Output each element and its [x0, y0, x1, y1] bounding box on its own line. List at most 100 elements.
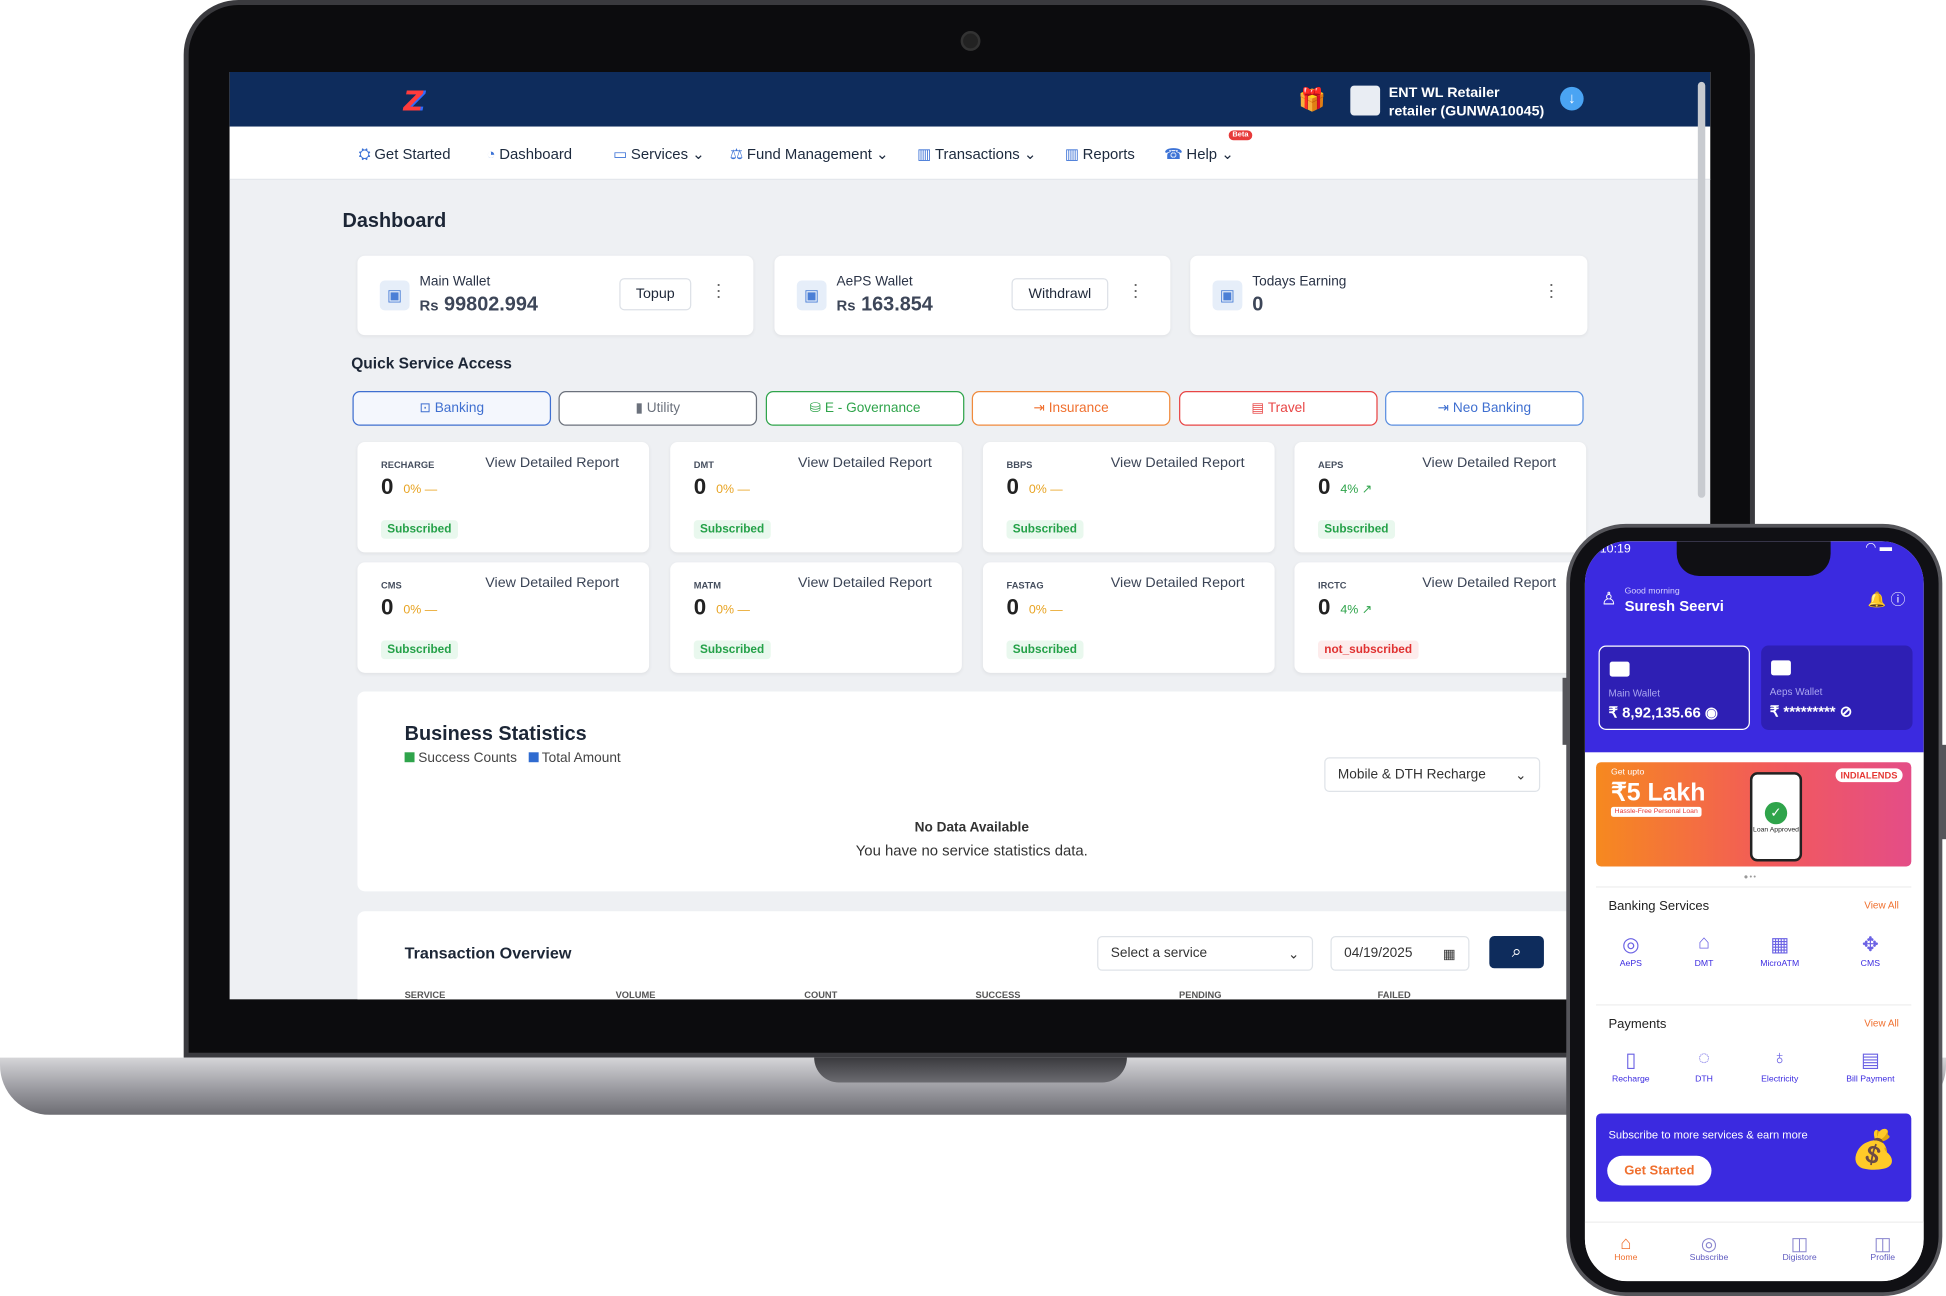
- tab-travel[interactable]: ▤ Travel: [1179, 391, 1378, 426]
- aeps-wallet-card[interactable]: Aeps Wallet ₹ ********* ⊘: [1761, 645, 1913, 730]
- tab-profile[interactable]: ◫ Profile: [1852, 1233, 1914, 1263]
- brand-logo[interactable]: Z: [403, 87, 423, 118]
- tab-e-governance[interactable]: ⛁ E - Governance: [765, 391, 965, 426]
- main-wallet-card[interactable]: Main Wallet ₹ 8,92,135.66 ◉: [1598, 645, 1750, 730]
- greeting: Good morning: [1624, 587, 1680, 596]
- money-bag-icon: 💰: [1850, 1129, 1897, 1171]
- service-name: BBPS: [1006, 459, 1033, 471]
- profile-icon: ◫: [1873, 1233, 1892, 1256]
- view-detailed-report-link[interactable]: View Detailed Report: [485, 576, 619, 591]
- wallet-value: ₹ ********* ⊘: [1769, 702, 1853, 721]
- banner-phone: ✓ Loan Approved: [1749, 772, 1803, 862]
- legend-success[interactable]: Success Counts: [418, 751, 517, 766]
- view-detailed-report-link[interactable]: View Detailed Report: [1422, 456, 1556, 471]
- service-aeps[interactable]: ◎ AePS: [1596, 932, 1666, 969]
- view-all-link[interactable]: View All: [1864, 1018, 1899, 1029]
- service-dmt[interactable]: ⌂ DMT: [1669, 932, 1739, 968]
- eye-icon[interactable]: ◉: [1705, 704, 1718, 721]
- more-icon[interactable]: ⋮: [710, 281, 727, 302]
- status-badge: Subscribed: [1318, 520, 1395, 539]
- date-input[interactable]: 04/19/2025 ▦: [1330, 936, 1470, 971]
- subscribe-text: Subscribe to more services & earn more: [1608, 1128, 1808, 1141]
- service-microatm[interactable]: ▦ MicroATM: [1745, 932, 1815, 969]
- tab-digistore[interactable]: ◫ Digistore: [1769, 1233, 1831, 1263]
- status-badge: not_subscribed: [1318, 640, 1419, 660]
- wallet-icon: ▣: [379, 280, 410, 311]
- service-percent: 0% —: [403, 482, 438, 497]
- carousel-dots[interactable]: ●••: [1744, 874, 1757, 881]
- status-badge: Subscribed: [1006, 640, 1084, 660]
- nav-label: Reports: [1082, 145, 1135, 163]
- transaction-overview-panel: Transaction Overview Select a service ⌄ 0…: [357, 911, 1587, 1000]
- trend-flat-icon: —: [737, 603, 750, 617]
- view-detailed-report-link[interactable]: View Detailed Report: [798, 576, 932, 591]
- check-icon: ✓: [1764, 801, 1788, 825]
- service-name: CMS: [381, 579, 402, 591]
- user-info[interactable]: ENT WL Retailer retailer (GUNWA10045): [1389, 84, 1544, 121]
- tab-neo-banking[interactable]: ⇥ Neo Banking: [1385, 391, 1584, 426]
- nav-dashboard[interactable]: ◔ Dashboard: [487, 145, 573, 162]
- view-detailed-report-link[interactable]: View Detailed Report: [1111, 576, 1245, 591]
- view-detailed-report-link[interactable]: View Detailed Report: [1422, 576, 1556, 591]
- nav-transactions[interactable]: ▥ Transactions ⌄: [917, 145, 1036, 162]
- tab-subscribe[interactable]: ◎ Subscribe: [1678, 1233, 1740, 1263]
- payment-bill[interactable]: ▤ Bill Payment: [1836, 1048, 1906, 1084]
- tab-utility[interactable]: ▮ Utility: [558, 391, 758, 426]
- calendar-icon: ▦: [1442, 947, 1456, 963]
- service-select[interactable]: Select a service ⌄: [1097, 936, 1314, 971]
- nav-label: Dashboard: [499, 145, 573, 163]
- user-id: retailer (GUNWA10045): [1388, 104, 1545, 120]
- withdraw-button[interactable]: Withdrawl: [1011, 278, 1109, 311]
- view-detailed-report-link[interactable]: View Detailed Report: [485, 456, 619, 471]
- avatar[interactable]: [1350, 85, 1381, 116]
- loan-banner[interactable]: Get upto ₹5 Lakh Hassle-Free Personal Lo…: [1596, 762, 1912, 867]
- more-icon[interactable]: ⋮: [1127, 281, 1144, 302]
- topup-button[interactable]: Topup: [619, 278, 692, 311]
- search-button[interactable]: ⌕: [1489, 936, 1544, 969]
- nav-services[interactable]: ▭ Services ⌄: [613, 145, 705, 162]
- column-header: COUNT: [804, 989, 838, 1000]
- view-detailed-report-link[interactable]: View Detailed Report: [798, 456, 932, 471]
- scrollbar[interactable]: [1697, 81, 1706, 498]
- nav-help[interactable]: ☎ Help ⌄: [1164, 145, 1234, 162]
- nav-get-started[interactable]: ⛭ Get Started: [359, 145, 451, 164]
- phone-notch: [1676, 541, 1831, 577]
- status-badge: Subscribed: [1006, 520, 1084, 539]
- wallet-label: AePS Wallet: [836, 274, 913, 290]
- get-started-button[interactable]: Get Started: [1607, 1155, 1712, 1186]
- user-icon[interactable]: ♙: [1601, 588, 1617, 609]
- eye-off-icon[interactable]: ⊘: [1840, 703, 1852, 720]
- nav-reports[interactable]: ▥ Reports: [1065, 145, 1135, 162]
- payment-recharge[interactable]: ▯ Recharge: [1596, 1048, 1666, 1084]
- rocket-icon: ⛭: [358, 145, 371, 163]
- chevron-down-icon: ⌄: [1515, 768, 1527, 784]
- chevron-down-icon: ⌄: [688, 145, 705, 163]
- beta-badge: Beta: [1228, 130, 1253, 141]
- tab-banking[interactable]: ⊡ Banking: [352, 391, 552, 426]
- chevron-down-icon: ⌄: [1019, 145, 1037, 163]
- bell-help-icon[interactable]: 🔔 ⓘ: [1868, 588, 1906, 609]
- legend-total[interactable]: Total Amount: [542, 751, 621, 766]
- tab-home[interactable]: ⌂ Home: [1595, 1233, 1657, 1263]
- service-name: RECHARGE: [381, 459, 435, 471]
- banner-amount: ₹5 Lakh: [1610, 779, 1706, 807]
- fingerprint-icon: ◎: [1622, 934, 1640, 956]
- gift-icon[interactable]: 🎁: [1298, 87, 1326, 113]
- top-bar: Z 🎁 ENT WL Retailer retailer (GUNWA10045…: [229, 72, 1711, 127]
- more-icon[interactable]: ⋮: [1543, 281, 1560, 302]
- payment-dth[interactable]: ◌ DTH: [1669, 1048, 1739, 1084]
- nav-fund-management[interactable]: ⚖ Fund Management ⌄: [730, 145, 889, 162]
- service-count: 0: [693, 474, 707, 500]
- service-cms[interactable]: ✥ CMS: [1836, 932, 1906, 969]
- payment-electricity[interactable]: ♁ Electricity: [1745, 1048, 1815, 1084]
- wallet-label: Main Wallet: [419, 274, 491, 290]
- view-detailed-report-link[interactable]: View Detailed Report: [1111, 456, 1245, 471]
- view-all-link[interactable]: View All: [1864, 900, 1899, 911]
- transaction-overview-title: Transaction Overview: [404, 943, 572, 963]
- phone-icon: ▮: [635, 400, 647, 416]
- download-icon[interactable]: ↓: [1560, 86, 1584, 111]
- tab-insurance[interactable]: ⇥ Insurance: [971, 391, 1171, 426]
- service-select[interactable]: Mobile & DTH Recharge ⌄: [1324, 757, 1541, 793]
- no-data-title: No Data Available: [914, 820, 1029, 836]
- business-statistics-title: Business Statistics: [404, 723, 587, 745]
